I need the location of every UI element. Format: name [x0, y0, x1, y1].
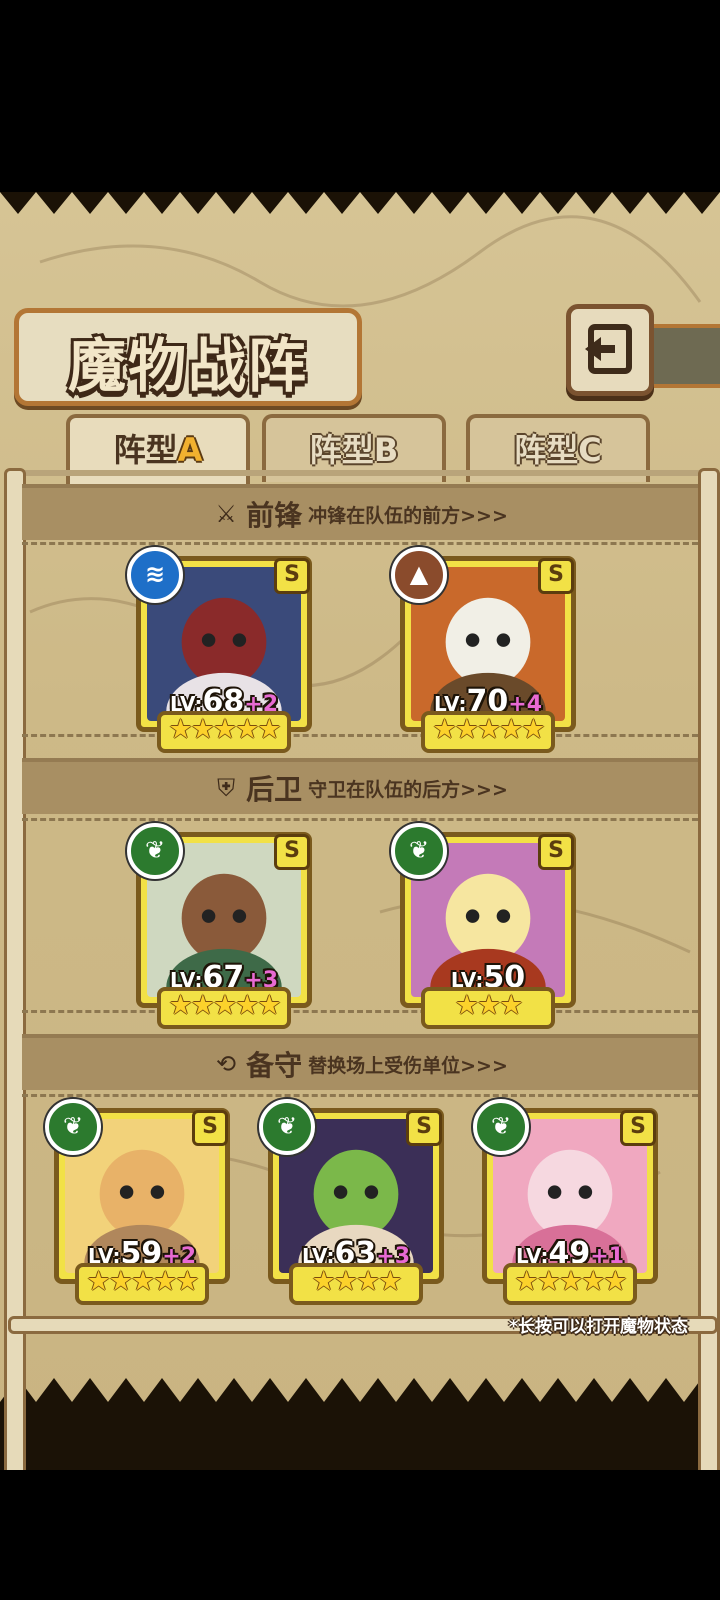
- tab-a-letter: A: [177, 431, 203, 469]
- tab-b-letter: B: [373, 431, 399, 469]
- shield-icon: ⛨: [217, 774, 236, 802]
- unit-card[interactable]: S ❦ LV:67+3 ★★★★★: [127, 823, 312, 1029]
- formation-panel: 魔物战阵 阵型A 阵型B 阵型C ⚔ 前锋 冲锋在队伍的前方>>> ⛨ 后卫 守卫在队伍…: [0, 192, 720, 1470]
- water-icon: ≋: [127, 547, 183, 603]
- long-press-hint: *长按可以打开魔物状态: [509, 1317, 688, 1337]
- rank-badge: S: [620, 1110, 656, 1146]
- top-zigzag-edge: [0, 192, 720, 214]
- sword-icon: ⚔: [215, 500, 237, 528]
- star-rating: ★★★: [421, 987, 555, 1029]
- rank-badge: S: [406, 1110, 442, 1146]
- rank-badge: S: [274, 558, 310, 594]
- star-rating: ★★★★★: [75, 1263, 209, 1305]
- row-divider: [22, 1094, 698, 1097]
- earth-icon: ▲: [391, 547, 447, 603]
- star-rating: ★★★★★: [157, 987, 291, 1029]
- page-title: 魔物战阵: [67, 332, 308, 400]
- unit-card[interactable]: S ❦ LV:59+2 ★★★★★: [45, 1099, 230, 1305]
- return-arrow-icon: [585, 324, 632, 374]
- star-rating: ★★★★★: [421, 711, 555, 753]
- reserve-desc: 替换场上受伤单位>>>: [308, 1054, 508, 1077]
- tab-b-label: 阵型: [309, 431, 374, 469]
- rear-section-header: ⛨ 后卫 守卫在队伍的后方>>>: [0, 768, 720, 808]
- leaf-icon: ❦: [259, 1099, 315, 1155]
- unit-card[interactable]: S ▲ LV:70+4 ★★★★★: [391, 547, 576, 753]
- star-rating: ★★★★★: [503, 1263, 637, 1305]
- swap-icon: ⟲: [216, 1050, 237, 1078]
- star-rating: ★★★★: [289, 1263, 423, 1305]
- rank-badge: S: [192, 1110, 228, 1146]
- row-divider: [22, 818, 698, 821]
- tab-a-label: 阵型: [113, 431, 178, 469]
- row-divider: [22, 734, 698, 737]
- rank-badge: S: [538, 834, 574, 870]
- leaf-icon: ❦: [391, 823, 447, 879]
- row-divider: [22, 1010, 698, 1013]
- leaf-icon: ❦: [127, 823, 183, 879]
- unit-card[interactable]: S ❦ LV:63+3 ★★★★: [259, 1099, 444, 1305]
- unit-card[interactable]: S ❦ LV:49+1 ★★★★★: [473, 1099, 658, 1305]
- star-rating: ★★★★★: [157, 711, 291, 753]
- tab-c-label: 阵型: [514, 431, 579, 469]
- title-plate: 魔物战阵: [14, 308, 362, 406]
- rear-desc: 守卫在队伍的后方>>>: [308, 778, 508, 801]
- rank-badge: S: [538, 558, 574, 594]
- rank-badge: S: [274, 834, 310, 870]
- reserve-section-header: ⟲ 备守 替换场上受伤单位>>>: [0, 1044, 720, 1084]
- leaf-icon: ❦: [45, 1099, 101, 1155]
- unit-card[interactable]: S ❦ LV:50 ★★★: [391, 823, 576, 1029]
- tab-c-letter: C: [578, 431, 602, 469]
- front-section-header: ⚔ 前锋 冲锋在队伍的前方>>>: [0, 494, 720, 534]
- reserve-title: 备守: [246, 1049, 303, 1082]
- leaf-icon: ❦: [473, 1099, 529, 1155]
- row-divider: [22, 542, 698, 545]
- unit-card[interactable]: S ≋ LV:68+2 ★★★★★: [127, 547, 312, 753]
- back-button[interactable]: [566, 304, 654, 396]
- front-title: 前锋: [246, 499, 303, 532]
- rear-title: 后卫: [246, 773, 303, 806]
- front-desc: 冲锋在队伍的前方>>>: [308, 504, 508, 527]
